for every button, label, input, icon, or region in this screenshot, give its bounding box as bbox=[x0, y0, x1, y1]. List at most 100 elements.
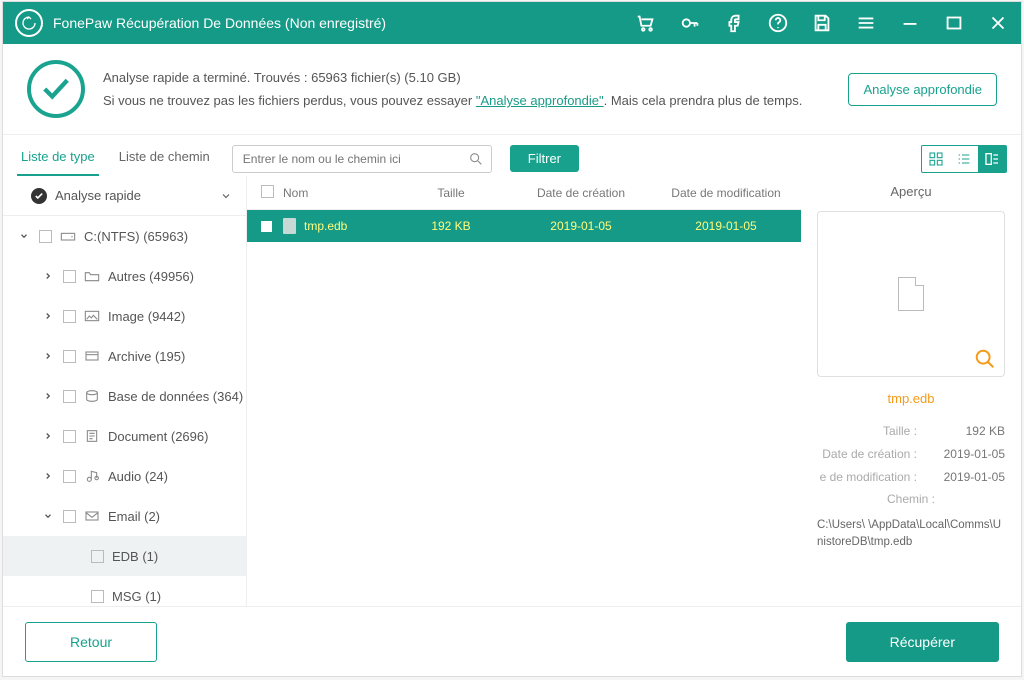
checkbox[interactable] bbox=[63, 470, 76, 483]
database-icon bbox=[84, 389, 100, 403]
archive-icon bbox=[84, 349, 100, 363]
checkbox[interactable] bbox=[63, 350, 76, 363]
tree-item-label: Document (2696) bbox=[108, 429, 208, 444]
checkbox[interactable] bbox=[91, 550, 104, 563]
zoom-icon[interactable] bbox=[974, 348, 996, 370]
col-name[interactable]: Nom bbox=[283, 186, 391, 200]
chevron-down-icon[interactable] bbox=[17, 231, 31, 241]
view-grid[interactable] bbox=[922, 146, 950, 172]
cart-icon[interactable] bbox=[635, 12, 657, 34]
tree-item-label: Audio (24) bbox=[108, 469, 168, 484]
email-icon bbox=[84, 509, 100, 523]
preview-modified-key: e de modification : bbox=[817, 466, 917, 489]
chevron-down-icon[interactable] bbox=[41, 511, 55, 521]
cell-modified: 2019-01-05 bbox=[651, 219, 801, 233]
titlebar: FonePaw Récupération De Données (Non enr… bbox=[3, 2, 1021, 44]
drive-icon bbox=[60, 229, 76, 243]
tree-audio[interactable]: Audio (24) bbox=[3, 456, 246, 496]
tree-edb[interactable]: EDB (1) bbox=[3, 536, 246, 576]
app-logo bbox=[15, 9, 43, 37]
page-icon bbox=[898, 277, 924, 311]
cell-name: tmp.edb bbox=[304, 219, 347, 233]
file-list: Nom Taille Date de création Date de modi… bbox=[247, 176, 801, 606]
check-badge-icon bbox=[31, 188, 47, 204]
tree-autres[interactable]: Autres (49956) bbox=[3, 256, 246, 296]
checkbox[interactable] bbox=[63, 510, 76, 523]
chevron-right-icon[interactable] bbox=[41, 471, 55, 481]
tree-email[interactable]: Email (2) bbox=[3, 496, 246, 536]
table-header: Nom Taille Date de création Date de modi… bbox=[247, 176, 801, 210]
tree-item-label: Base de données (364) bbox=[108, 389, 243, 404]
maximize-icon[interactable] bbox=[943, 12, 965, 34]
deep-scan-button[interactable]: Analyse approfondie bbox=[848, 73, 997, 106]
col-created[interactable]: Date de création bbox=[511, 186, 651, 200]
tree-item-label: MSG (1) bbox=[112, 589, 161, 604]
filter-input[interactable] bbox=[232, 145, 492, 173]
checkbox[interactable] bbox=[63, 310, 76, 323]
tree-item-label: Archive (195) bbox=[108, 349, 185, 364]
file-icon bbox=[283, 218, 296, 234]
tree-document[interactable]: Document (2696) bbox=[3, 416, 246, 456]
chevron-right-icon[interactable] bbox=[41, 351, 55, 361]
checkbox[interactable] bbox=[261, 221, 272, 232]
chevron-right-icon[interactable] bbox=[41, 271, 55, 281]
tree-item-label: Autres (49956) bbox=[108, 269, 194, 284]
checkbox[interactable] bbox=[91, 590, 104, 603]
tree-item-label: EDB (1) bbox=[112, 549, 158, 564]
checkbox[interactable] bbox=[39, 230, 52, 243]
preview-size-value: 192 KB bbox=[966, 420, 1005, 443]
preview-filename: tmp.edb bbox=[817, 391, 1005, 406]
checkbox[interactable] bbox=[63, 390, 76, 403]
chevron-right-icon[interactable] bbox=[41, 431, 55, 441]
view-list[interactable] bbox=[950, 146, 978, 172]
checkbox[interactable] bbox=[63, 430, 76, 443]
tree-item-label: Image (9442) bbox=[108, 309, 185, 324]
table-row[interactable]: tmp.edb 192 KB 2019-01-05 2019-01-05 bbox=[247, 210, 801, 242]
footer: Retour Récupérer bbox=[3, 606, 1021, 676]
facebook-icon[interactable] bbox=[723, 12, 745, 34]
close-icon[interactable] bbox=[987, 12, 1009, 34]
recover-button[interactable]: Récupérer bbox=[846, 622, 999, 662]
chevron-right-icon[interactable] bbox=[41, 391, 55, 401]
save-icon[interactable] bbox=[811, 12, 833, 34]
image-icon bbox=[84, 309, 100, 323]
col-modified[interactable]: Date de modification bbox=[651, 186, 801, 200]
tree-database[interactable]: Base de données (364) bbox=[3, 376, 246, 416]
col-size[interactable]: Taille bbox=[391, 186, 511, 200]
view-detail[interactable] bbox=[978, 146, 1006, 172]
folder-icon bbox=[84, 269, 100, 283]
tab-type-list[interactable]: Liste de type bbox=[17, 141, 99, 176]
preview-thumbnail[interactable] bbox=[817, 211, 1005, 377]
deep-scan-link[interactable]: "Analyse approfondie" bbox=[476, 93, 604, 108]
tree-drive[interactable]: C:(NTFS) (65963) bbox=[3, 216, 246, 256]
preview-path-key: Chemin : bbox=[817, 488, 1005, 511]
tree-quick-scan-label: Analyse rapide bbox=[55, 188, 141, 203]
chevron-right-icon[interactable] bbox=[41, 311, 55, 321]
preview-modified-value: 2019-01-05 bbox=[944, 466, 1005, 489]
minimize-icon[interactable] bbox=[899, 12, 921, 34]
back-button[interactable]: Retour bbox=[25, 622, 157, 662]
tab-path-list[interactable]: Liste de chemin bbox=[115, 141, 214, 176]
scan-status: Analyse rapide a terminé. Trouvés : 6596… bbox=[3, 44, 1021, 135]
tree-archive[interactable]: Archive (195) bbox=[3, 336, 246, 376]
view-switch bbox=[921, 145, 1007, 173]
document-icon bbox=[84, 429, 100, 443]
preview-created-value: 2019-01-05 bbox=[944, 443, 1005, 466]
tree-item-label: Email (2) bbox=[108, 509, 160, 524]
checkbox-all[interactable] bbox=[261, 185, 274, 198]
tree-msg[interactable]: MSG (1) bbox=[3, 576, 246, 606]
tree-quick-scan[interactable]: Analyse rapide bbox=[3, 176, 246, 216]
search-icon[interactable] bbox=[468, 151, 484, 167]
key-icon[interactable] bbox=[679, 12, 701, 34]
preview-size-key: Taille : bbox=[817, 420, 917, 443]
tree-panel: Analyse rapide C:(NTFS) (65963) Autres (… bbox=[3, 176, 247, 606]
app-title: FonePaw Récupération De Données (Non enr… bbox=[53, 15, 635, 31]
preview-title: Aperçu bbox=[817, 176, 1005, 211]
audio-icon bbox=[84, 469, 100, 483]
help-icon[interactable] bbox=[767, 12, 789, 34]
preview-panel: Aperçu tmp.edb Taille :192 KB Date de cr… bbox=[801, 176, 1021, 606]
filter-button[interactable]: Filtrer bbox=[510, 145, 579, 172]
tree-image[interactable]: Image (9442) bbox=[3, 296, 246, 336]
menu-icon[interactable] bbox=[855, 12, 877, 34]
checkbox[interactable] bbox=[63, 270, 76, 283]
